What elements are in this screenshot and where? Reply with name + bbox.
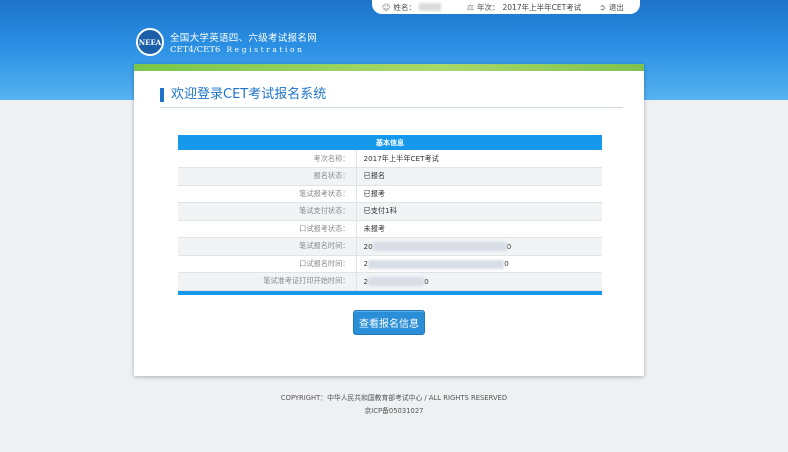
row-label: 报名状态： xyxy=(178,167,357,186)
table-row: 笔试报名时间： 20 0 xyxy=(178,237,602,256)
value-end: 0 xyxy=(506,241,512,251)
logout-icon[interactable]: ➲ xyxy=(599,3,606,12)
card-accent-line xyxy=(134,64,644,71)
redacted-time xyxy=(368,277,425,286)
main-card: 欢迎登录CET考试报名系统 基本信息 考次名称： 2017年上半年CET考试 报… xyxy=(134,64,644,376)
neea-emblem: NEEA xyxy=(136,28,164,56)
row-label: 笔试报考状态： xyxy=(178,185,357,203)
session-label: 年次： xyxy=(477,2,500,12)
table-row: 笔试支付状态： 已支付1科 xyxy=(178,202,602,221)
copyright-text: COPYRIGHT：中华人民共和国教育部考试中心 / ALL RIGHTS RE… xyxy=(280,394,508,402)
value-end: 0 xyxy=(424,276,429,286)
session-icon: ⚖ xyxy=(466,2,475,12)
logo-registration-text: Registration xyxy=(226,44,305,54)
row-value: 20 xyxy=(356,272,602,291)
row-value: 20 0 xyxy=(356,237,602,256)
redacted-time xyxy=(372,242,507,251)
row-value: 20 xyxy=(356,255,602,273)
page-title: 欢迎登录CET考试报名系统 xyxy=(160,88,326,102)
row-value: 已报名 xyxy=(356,167,602,186)
page-footer: COPYRIGHT：中华人民共和国教育部考试中心 / ALL RIGHTS RE… xyxy=(0,392,788,418)
row-label: 笔试报名时间： xyxy=(178,237,357,256)
table-row: 口试报名时间： 20 xyxy=(178,255,602,273)
redacted-time xyxy=(368,259,505,269)
view-registration-button[interactable]: 查看报名信息 xyxy=(353,310,425,335)
value-end: 0 xyxy=(504,259,509,268)
logo-title-cn: 全国大学英语四、六级考试报名网 xyxy=(170,32,318,44)
table-row: 口试报考状态： 未报考 xyxy=(178,220,602,238)
logout-link[interactable]: ➲ 退出 xyxy=(581,2,624,13)
user-topbar: ☺ 姓名： ⚖ 年次： 2017年上半年CET考试 ➲ 退出 xyxy=(372,0,640,14)
basic-info-table: 基本信息 考次名称： 2017年上半年CET考试 报名状态： 已报名 笔试报考状… xyxy=(178,135,602,295)
table-row: 考次名称： 2017年上半年CET考试 xyxy=(178,150,602,168)
icp-text: 京ICP备05031027 xyxy=(364,407,424,415)
user-name-item: ☺ 姓名： xyxy=(372,2,441,13)
row-label: 考次名称： xyxy=(178,150,357,168)
row-value: 2017年上半年CET考试 xyxy=(356,150,602,168)
row-label: 口试报考状态： xyxy=(178,220,357,238)
site-logo[interactable]: NEEA 全国大学英语四、六级考试报名网 CET4/CET6 Registrati… xyxy=(136,28,317,56)
table-footer-bar xyxy=(178,290,602,295)
name-redacted xyxy=(418,3,441,11)
row-value: 未报考 xyxy=(356,220,602,238)
session-item: ⚖ 年次： 2017年上半年CET考试 xyxy=(441,2,581,13)
table-row: 笔试报考状态： 已报考 xyxy=(178,185,602,203)
row-label: 笔试支付状态： xyxy=(178,202,357,221)
table-row: 报名状态： 已报名 xyxy=(178,167,602,186)
row-label: 口试报名时间： xyxy=(178,255,357,273)
table-row: 笔试准考证打印开始时间： 20 xyxy=(178,272,602,291)
name-label: 姓名： xyxy=(393,2,416,12)
title-divider xyxy=(160,107,623,108)
table-header: 基本信息 xyxy=(178,135,602,150)
row-value: 已报考 xyxy=(356,185,602,203)
logo-title-en: CET4/CET6 Registration xyxy=(170,45,317,55)
row-label: 笔试准考证打印开始时间： xyxy=(178,272,357,291)
value-start: 20 xyxy=(363,241,373,251)
logo-cet-text: CET4/CET6 xyxy=(170,44,221,55)
logo-text: 全国大学英语四、六级考试报名网 CET4/CET6 Registration xyxy=(170,30,317,55)
row-value: 已支付1科 xyxy=(356,202,602,221)
session-value: 2017年上半年CET考试 xyxy=(502,2,582,12)
logout-label[interactable]: 退出 xyxy=(609,2,624,13)
user-icon: ☺ xyxy=(382,2,391,12)
